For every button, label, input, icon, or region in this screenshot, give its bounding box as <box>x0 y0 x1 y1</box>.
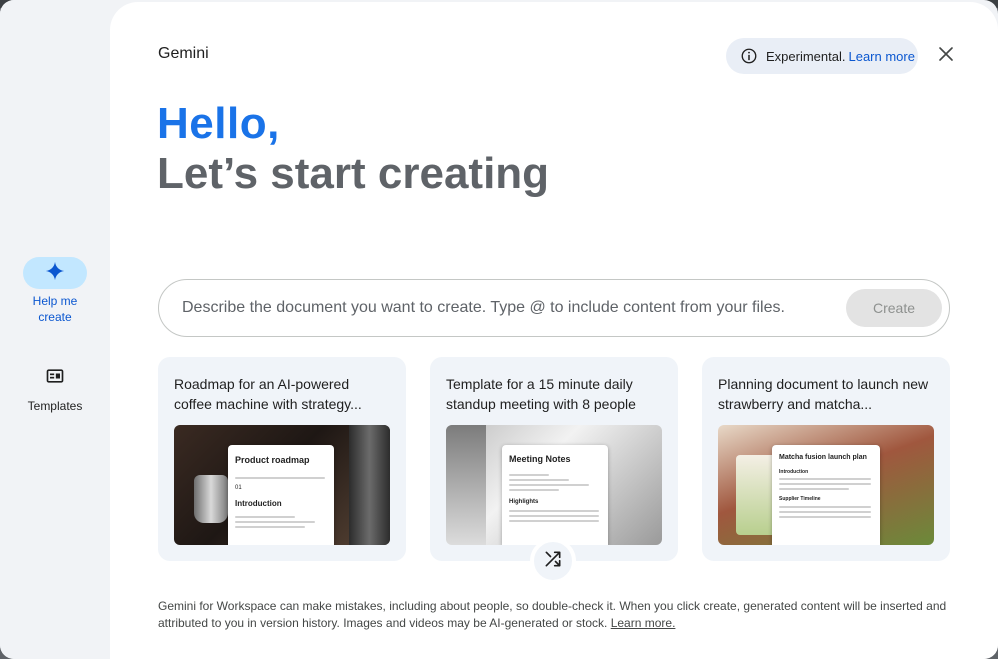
suggestion-card-roadmap[interactable]: Roadmap for an AI-powered coffee machine… <box>158 357 406 561</box>
doc-heading: Introduction <box>779 469 809 475</box>
create-button[interactable]: Create <box>846 289 942 327</box>
close-icon <box>937 45 955 68</box>
doc-heading: Highlights <box>509 499 539 505</box>
suggestion-card-standup[interactable]: Template for a 15 minute daily standup m… <box>430 357 678 561</box>
sparkle-icon <box>45 261 65 286</box>
experimental-chip: Experimental. Learn more <box>726 38 918 74</box>
rail-label-help: Help me create <box>32 294 78 324</box>
doc-preview: Meeting Notes Highlights <box>502 445 608 545</box>
app-title: Gemini <box>158 45 209 62</box>
disclaimer: Gemini for Workspace can make mistakes, … <box>158 598 958 632</box>
greeting-subtitle: Let’s start creating <box>157 149 550 198</box>
disclaimer-learn-more-link[interactable]: Learn more. <box>611 616 676 630</box>
kettle-shape <box>194 475 228 523</box>
card-image-office: Meeting Notes Highlights <box>446 425 662 545</box>
prompt-input[interactable] <box>182 296 822 320</box>
rail-pill <box>23 362 87 394</box>
doc-heading: Introduction <box>235 499 282 508</box>
shuffle-button[interactable] <box>530 538 576 584</box>
shuffle-icon <box>543 549 563 574</box>
doc-number: 01 <box>235 485 242 491</box>
suggestion-cards: Roadmap for an AI-powered coffee machine… <box>158 357 950 561</box>
rail-pill-active <box>23 257 87 289</box>
prompt-box: Create <box>158 279 950 337</box>
doc-title: Matcha fusion launch plan <box>779 454 867 461</box>
rail-item-help-me-create[interactable]: Help me create <box>0 257 110 325</box>
gemini-dialog: Help me create Templates Gemini Experime… <box>0 0 998 659</box>
template-icon <box>45 366 65 391</box>
learn-more-link[interactable]: Learn more <box>848 49 914 64</box>
doc-title: Meeting Notes <box>509 454 571 464</box>
doc-title: Product roadmap <box>235 455 310 465</box>
window-shape <box>446 425 486 545</box>
card-image-coffee: Product roadmap 01 Introduction <box>174 425 390 545</box>
info-icon <box>740 47 758 65</box>
card-title: Roadmap for an AI-powered coffee machine… <box>174 376 362 412</box>
rail-item-templates[interactable]: Templates <box>0 362 110 414</box>
main-panel: Gemini Experimental. Learn more Hello, L… <box>110 2 998 659</box>
drink-shape <box>736 455 776 535</box>
card-image-matcha: Matcha fusion launch plan Introduction S… <box>718 425 934 545</box>
doc-preview: Matcha fusion launch plan Introduction S… <box>772 445 880 545</box>
suggestion-card-matcha[interactable]: Planning document to launch new strawber… <box>702 357 950 561</box>
card-title: Template for a 15 minute daily standup m… <box>446 376 636 412</box>
disclaimer-text: Gemini for Workspace can make mistakes, … <box>158 599 947 630</box>
close-button[interactable] <box>930 40 962 72</box>
machine-shape <box>349 425 390 545</box>
rail-label-templates: Templates <box>27 399 83 413</box>
experimental-label: Experimental. <box>766 48 846 64</box>
doc-preview: Product roadmap 01 Introduction <box>228 445 334 545</box>
card-title: Planning document to launch new strawber… <box>718 376 929 412</box>
side-rail: Help me create Templates <box>0 0 110 659</box>
doc-heading-2: Supplier Timeline <box>779 496 821 502</box>
greeting-hello: Hello, <box>157 99 280 148</box>
